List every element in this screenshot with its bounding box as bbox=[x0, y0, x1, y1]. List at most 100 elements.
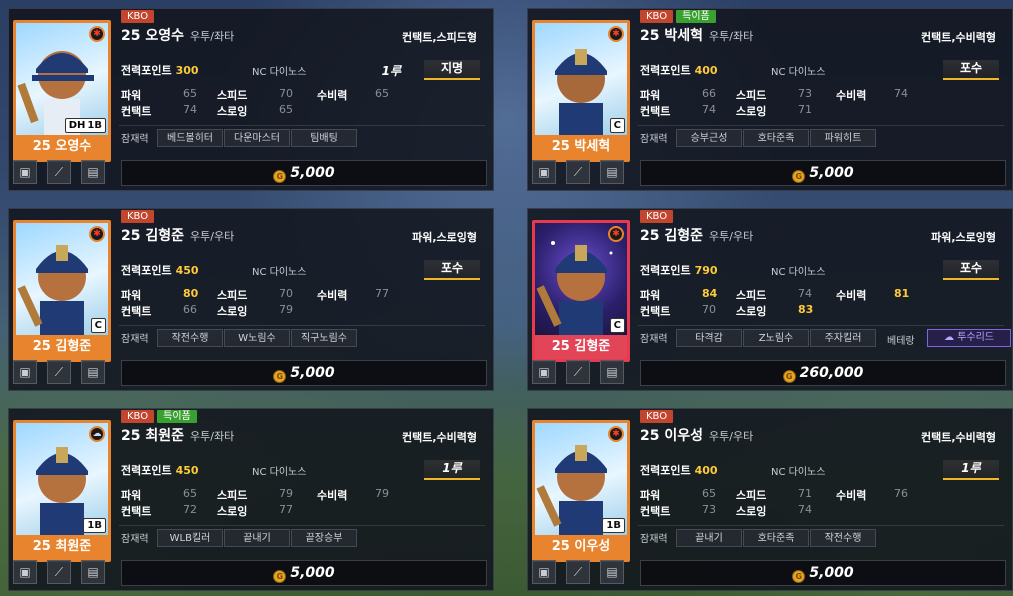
card-tags: KBO bbox=[121, 210, 155, 223]
clipboard-icon[interactable]: ▤ bbox=[600, 160, 624, 184]
player-nameplate: 25 박세혁 bbox=[535, 135, 627, 159]
player-card[interactable]: ✱ C 25 박세혁 KBO 특이폼 25 박세혁 우투/좌타 컨택트,수비력형 … bbox=[527, 8, 1013, 191]
card-actions: ▣ ⟋ ▤ bbox=[532, 560, 624, 584]
price-button[interactable]: G 260,000 bbox=[640, 360, 1006, 386]
player-portrait[interactable]: ☁ 1B 25 최원준 bbox=[13, 420, 111, 562]
divider bbox=[638, 525, 1004, 526]
player-title: 25 최원준 우투/좌타 bbox=[121, 428, 235, 444]
coin-icon: G bbox=[782, 370, 796, 383]
chart-icon[interactable]: ⟋ bbox=[566, 360, 590, 384]
potential-item[interactable]: 다운마스터 bbox=[224, 129, 290, 147]
potential-item[interactable]: 주자킬러 bbox=[810, 329, 876, 347]
card-tags: KBO bbox=[121, 10, 155, 23]
star-icon: ✱ bbox=[608, 226, 624, 242]
player-style: 컨택트,수비력형 bbox=[920, 431, 996, 444]
clipboard-icon[interactable]: ▤ bbox=[600, 360, 624, 384]
potential-item[interactable]: WLB킬러 bbox=[157, 529, 223, 547]
clipboard-icon[interactable]: ▤ bbox=[600, 560, 624, 584]
player-portrait[interactable]: ✱ C 25 박세혁 bbox=[532, 20, 630, 162]
position-role: 포수 bbox=[943, 260, 999, 280]
potential-item[interactable]: 끝장승부 bbox=[291, 529, 357, 547]
team-name: NC 다이노스 bbox=[252, 267, 307, 278]
potential-item[interactable]: 끝내기 bbox=[224, 529, 290, 547]
team-name: NC 다이노스 bbox=[771, 467, 826, 478]
divider bbox=[119, 525, 485, 526]
potential-item[interactable]: Z노림수 bbox=[743, 329, 809, 347]
card-actions: ▣ ⟋ ▤ bbox=[532, 360, 624, 384]
potential-label: 잠재력 bbox=[640, 134, 668, 145]
chart-icon[interactable]: ⟋ bbox=[47, 360, 71, 384]
chart-icon[interactable]: ⟋ bbox=[566, 560, 590, 584]
position-role: 포수 bbox=[424, 260, 480, 280]
lock-box-icon[interactable]: ▣ bbox=[532, 560, 556, 584]
player-portrait[interactable]: ✱ 1B 25 이우성 bbox=[532, 420, 630, 562]
price-button[interactable]: G 5,000 bbox=[121, 360, 487, 386]
handedness: 우투/좌타 bbox=[190, 30, 235, 43]
player-title: 25 박세혁 우투/좌타 bbox=[640, 28, 754, 44]
potential-item[interactable]: 작전수행 bbox=[157, 329, 223, 347]
potential-label: 잠재력 bbox=[121, 134, 149, 145]
potential-item[interactable]: 타격감 bbox=[676, 329, 742, 347]
potential-item[interactable]: 팀배팅 bbox=[291, 129, 357, 147]
player-card[interactable]: ✱ 1B 25 이우성 KBO 25 이우성 우투/우타 컨택트,수비력형 전력포… bbox=[527, 408, 1013, 591]
stats-grid: 파워 65 스피드 71 수비력 76 컨택트 73 스로잉 74 bbox=[640, 487, 908, 518]
price-button[interactable]: G 5,000 bbox=[640, 560, 1006, 586]
player-nameplate: 25 오영수 bbox=[16, 135, 108, 159]
player-style: 컨택트,스피드형 bbox=[401, 31, 477, 44]
veteran-skill[interactable]: ☁ 투수리드 bbox=[927, 329, 1011, 347]
kbo-tag: KBO bbox=[640, 210, 674, 223]
player-portrait[interactable]: ✱ C 25 김형준 bbox=[13, 220, 111, 362]
position-role: 1루 bbox=[424, 460, 480, 480]
kbo-tag: KBO bbox=[121, 410, 155, 423]
player-card[interactable]: ✱ C 25 김형준 KBO 25 김형준 우투/우타 파워,스로잉형 전력포인트… bbox=[8, 208, 494, 391]
kbo-tag: KBO bbox=[121, 10, 155, 23]
secondary-position: 1루 bbox=[381, 64, 401, 78]
stats-grid: 파워 65 스피드 79 수비력 79 컨택트 72 스로잉 77 bbox=[121, 487, 389, 518]
player-card[interactable]: ✱ C 25 김형준 KBO 25 김형준 우투/우타 파워,스로잉형 전력포인트… bbox=[527, 208, 1013, 391]
position-role: 1루 bbox=[943, 460, 999, 480]
lock-box-icon[interactable]: ▣ bbox=[13, 360, 37, 384]
lock-box-icon[interactable]: ▣ bbox=[13, 160, 37, 184]
cloud-icon: ☁ bbox=[944, 332, 958, 343]
potential-item[interactable]: 호타준족 bbox=[743, 529, 809, 547]
position-badge: DH 1B bbox=[64, 118, 106, 133]
chart-icon[interactable]: ⟋ bbox=[566, 160, 590, 184]
power-points: 전력포인트 400 bbox=[640, 64, 718, 77]
chart-icon[interactable]: ⟋ bbox=[47, 560, 71, 584]
potential-item[interactable]: 직구노림수 bbox=[291, 329, 357, 347]
potential-item[interactable]: 작전수행 bbox=[810, 529, 876, 547]
kbo-tag: KBO bbox=[640, 10, 674, 23]
card-tags: KBO 특이폼 bbox=[640, 10, 716, 23]
price-button[interactable]: G 5,000 bbox=[121, 160, 487, 186]
clipboard-icon[interactable]: ▤ bbox=[81, 360, 105, 384]
potential-item[interactable]: 끝내기 bbox=[676, 529, 742, 547]
stats-grid: 파워 84 스피드 74 수비력 81 컨택트 70 스로잉 83 bbox=[640, 287, 910, 318]
potential-label: 잠재력 bbox=[640, 334, 668, 345]
lock-box-icon[interactable]: ▣ bbox=[532, 160, 556, 184]
team-name: NC 다이노스 bbox=[252, 67, 307, 78]
card-tags: KBO bbox=[640, 410, 674, 423]
player-card[interactable]: ✱ DH 1B 25 오영수 KBO 25 오영수 우투/좌타 컨택트,스피드형 전… bbox=[8, 8, 494, 191]
player-portrait[interactable]: ✱ DH 1B 25 오영수 bbox=[13, 20, 111, 162]
potential-item[interactable]: 베드볼히터 bbox=[157, 129, 223, 147]
lock-box-icon[interactable]: ▣ bbox=[13, 560, 37, 584]
potential-item[interactable]: W노림수 bbox=[224, 329, 290, 347]
card-tags: KBO bbox=[640, 210, 674, 223]
star-icon: ✱ bbox=[89, 226, 105, 242]
player-card[interactable]: ☁ 1B 25 최원준 KBO 특이폼 25 최원준 우투/좌타 컨택트,수비력형… bbox=[8, 408, 494, 591]
price-button[interactable]: G 5,000 bbox=[640, 160, 1006, 186]
power-points: 전력포인트 450 bbox=[121, 464, 199, 477]
chart-icon[interactable]: ⟋ bbox=[47, 160, 71, 184]
price-button[interactable]: G 5,000 bbox=[121, 560, 487, 586]
player-portrait[interactable]: ✱ C 25 김형준 bbox=[532, 220, 630, 362]
potential-item[interactable]: 승부근성 bbox=[676, 129, 742, 147]
handedness: 우투/좌타 bbox=[709, 30, 754, 43]
coin-icon: G bbox=[792, 170, 806, 183]
potential-item[interactable]: 파워히트 bbox=[810, 129, 876, 147]
handedness: 우투/좌타 bbox=[190, 430, 235, 443]
lock-box-icon[interactable]: ▣ bbox=[532, 360, 556, 384]
clipboard-icon[interactable]: ▤ bbox=[81, 160, 105, 184]
potential-item[interactable]: 호타준족 bbox=[743, 129, 809, 147]
card-actions: ▣ ⟋ ▤ bbox=[13, 160, 105, 184]
clipboard-icon[interactable]: ▤ bbox=[81, 560, 105, 584]
